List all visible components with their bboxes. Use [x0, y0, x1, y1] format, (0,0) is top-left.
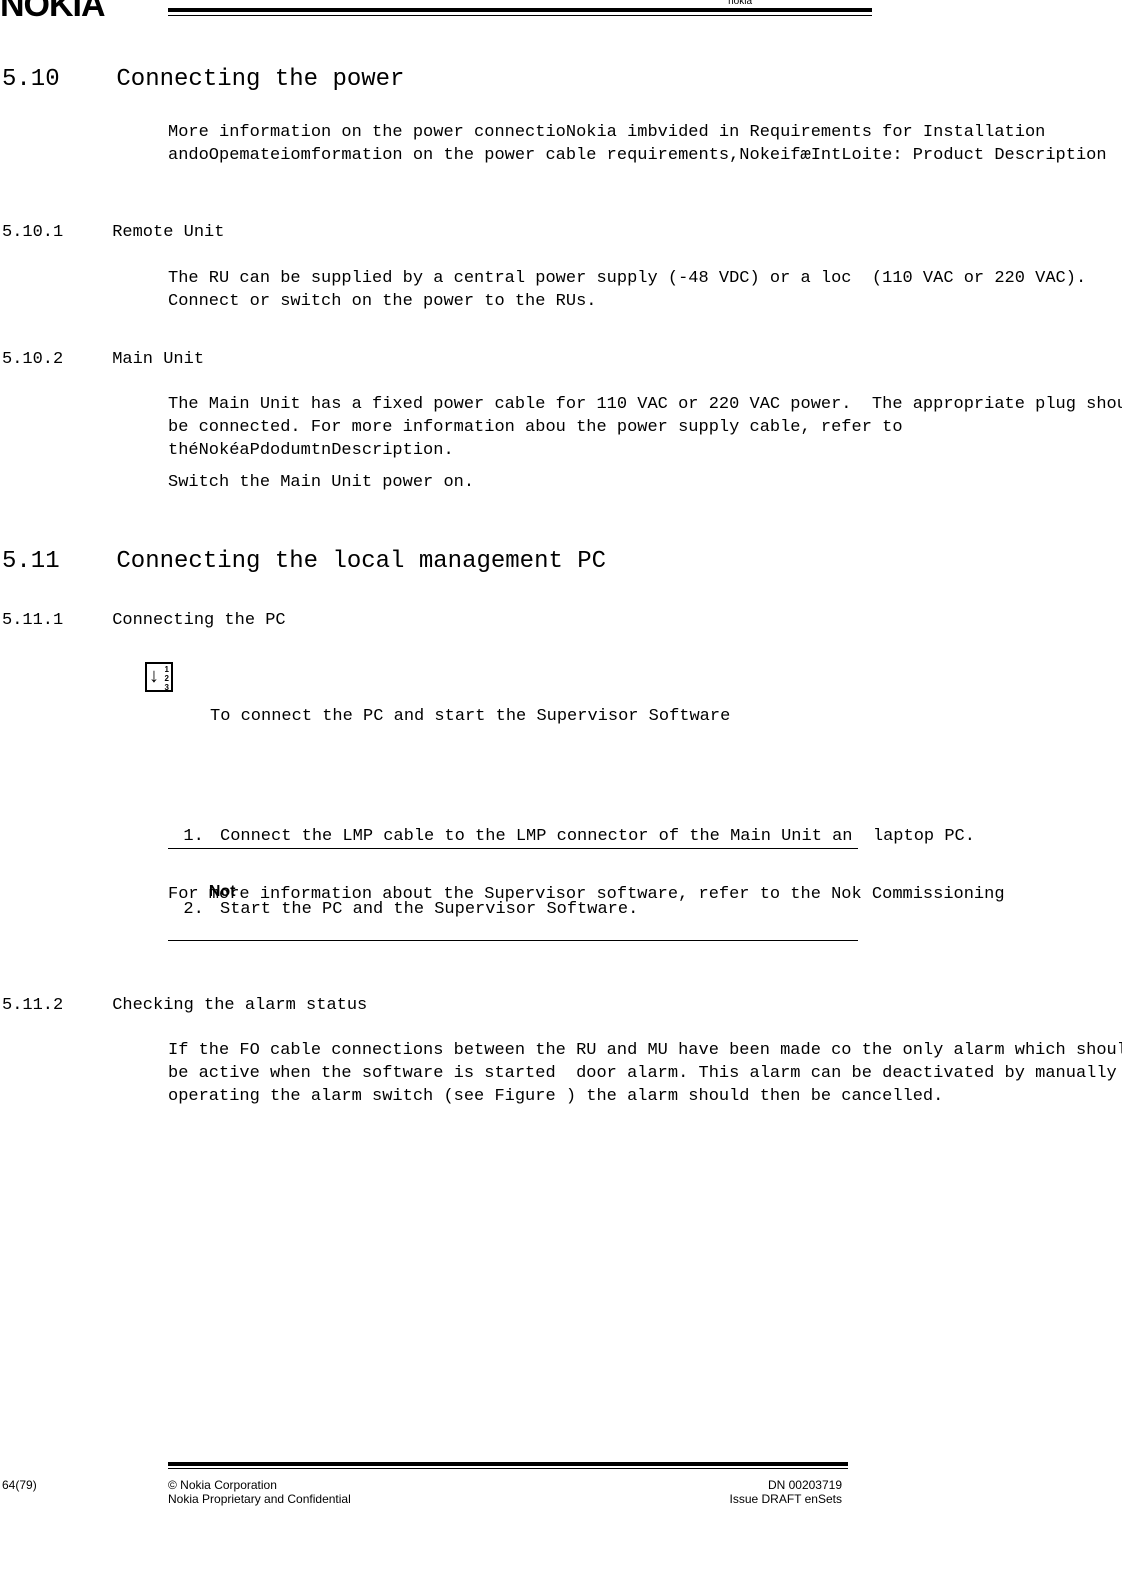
- footer-rule-thin: [168, 1468, 848, 1469]
- confidential: Nokia Proprietary and Confidential: [168, 1492, 351, 1506]
- footer-rule-thick: [168, 1462, 848, 1466]
- step-1: Connect the LMP cable to the LMP connect…: [214, 826, 1122, 849]
- section-number-5-10: 5.10: [2, 66, 102, 93]
- header-rule-thin: [168, 15, 872, 16]
- document-number: DN 00203719: [602, 1478, 842, 1492]
- note-rule-top: [168, 848, 858, 849]
- steps-123-icon: 123: [165, 665, 169, 692]
- note-rule-bottom: [168, 940, 858, 941]
- section-title-connecting-the-power: Connecting the power: [116, 66, 404, 93]
- section-title-connecting-local-management-pc: Connecting the local management PC: [116, 548, 606, 575]
- note-body: For more information about the Superviso…: [168, 884, 1122, 907]
- page-number: 64(79): [2, 1478, 37, 1492]
- header-corner-note: nokia: [728, 0, 752, 7]
- section-title-checking-alarm-status: Checking the alarm status: [112, 996, 367, 1015]
- section-title-connecting-the-pc: Connecting the PC: [112, 611, 285, 630]
- section-number-5-10-2: 5.10.2: [2, 350, 102, 369]
- arrow-down-icon: ↓: [149, 666, 159, 686]
- para-5-10: More information on the power connectioN…: [168, 122, 1122, 168]
- section-number-5-11-1: 5.11.1: [2, 611, 102, 630]
- nokia-logo: NOKIA: [0, 0, 105, 25]
- para-5-10-2-a: The Main Unit has a fixed power cable fo…: [168, 394, 1122, 463]
- issue: Issue DRAFT enSets: [602, 1492, 842, 1506]
- section-title-remote-unit: Remote Unit: [112, 223, 224, 242]
- para-5-10-2-b: Switch the Main Unit power on.: [168, 472, 1122, 495]
- lead-to-connect-pc: To connect the PC and start the Supervis…: [210, 706, 1122, 729]
- para-5-11-2: If the FO cable connections between the …: [168, 1040, 1122, 1109]
- section-number-5-11-2: 5.11.2: [2, 996, 102, 1015]
- para-5-10-1: The RU can be supplied by a central powe…: [168, 268, 1122, 314]
- header-rule-thick: [168, 8, 872, 12]
- copyright: © Nokia Corporation: [168, 1478, 351, 1492]
- section-title-main-unit: Main Unit: [112, 350, 204, 369]
- numbered-steps-icon: ↓ 123: [145, 662, 173, 692]
- section-number-5-10-1: 5.10.1: [2, 223, 102, 242]
- section-number-5-11: 5.11: [2, 548, 102, 575]
